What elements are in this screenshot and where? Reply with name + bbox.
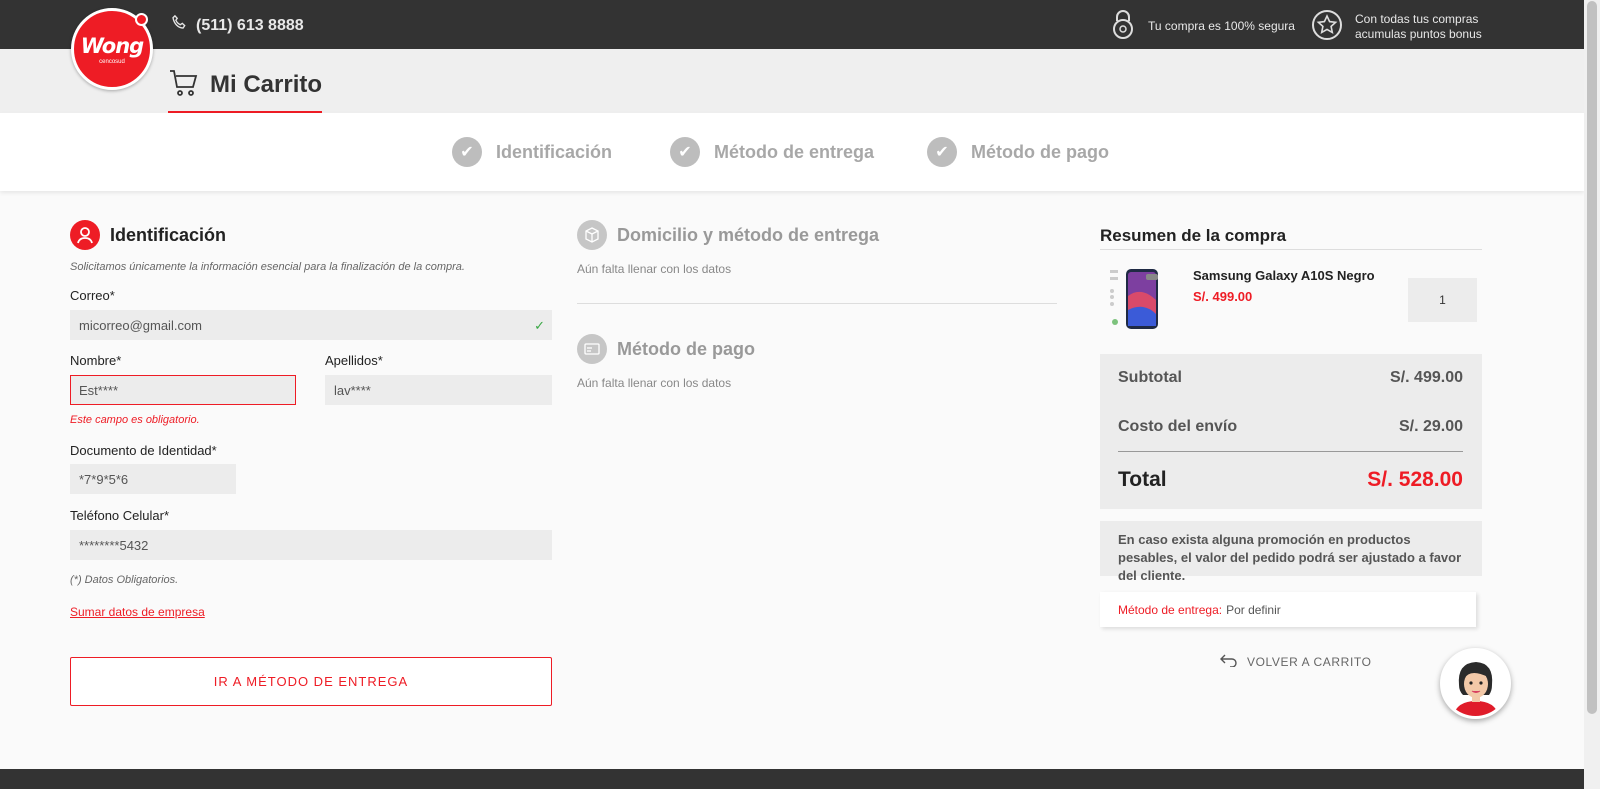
scrollbar[interactable] — [1584, 0, 1600, 789]
check-icon: ✔ — [927, 137, 957, 167]
document-value: *7*9*5*6 — [79, 471, 129, 487]
logo-dot — [135, 13, 148, 26]
product-image[interactable] — [1106, 266, 1166, 332]
summary-title: Resumen de la compra — [1100, 226, 1482, 250]
total-row: Total S/. 528.00 — [1118, 468, 1463, 492]
subtotal-value: S/. 499.00 — [1390, 369, 1463, 386]
return-arrow-icon — [1220, 653, 1238, 670]
total-label: Total — [1118, 468, 1167, 491]
step-identification[interactable]: ✔ Identificación — [452, 137, 612, 167]
phone-number: (511) 613 8888 — [196, 16, 304, 34]
delivery-title: Domicilio y método de entrega — [617, 224, 880, 245]
identification-title: Identificación — [110, 224, 227, 245]
name-field[interactable]: Est**** — [70, 375, 296, 405]
valid-check-icon: ✓ — [534, 318, 545, 333]
identification-heading: Identificación — [70, 220, 226, 250]
quantity-field[interactable]: 1 — [1408, 278, 1477, 322]
cart-icon — [168, 67, 200, 104]
user-icon — [70, 220, 100, 250]
lastname-label: Apellidos* — [325, 353, 383, 368]
payment-heading: Método de pago — [577, 334, 755, 364]
back-to-cart-button[interactable]: VOLVER A CARRITO — [1220, 653, 1372, 670]
phone-icon — [170, 14, 188, 37]
step-payment[interactable]: ✔ Método de pago — [927, 137, 1109, 167]
cart-header: Mi Carrito — [0, 49, 1584, 113]
total-value: S/. 528.00 — [1367, 468, 1463, 491]
email-label: Correo* — [70, 288, 115, 303]
name-label: Nombre* — [70, 353, 122, 368]
add-company-link[interactable]: Sumar datos de empresa — [70, 605, 205, 619]
bonus-points: Con todas tus compras acumulas puntos bo… — [1311, 9, 1482, 45]
name-value: Est**** — [79, 382, 119, 398]
identification-hint: Solicitamos únicamente la información es… — [70, 261, 465, 273]
subtotal-label: Subtotal — [1118, 369, 1182, 386]
card-icon — [577, 334, 607, 364]
points-line-2: acumulas puntos bonus — [1355, 27, 1482, 41]
delivery-method-value: Por definir — [1226, 602, 1281, 617]
subtotal-row: Subtotal S/. 499.00 — [1118, 369, 1463, 387]
logo-sub: cencosud — [99, 59, 125, 65]
lastname-value: lav**** — [334, 382, 371, 398]
footer-bar — [0, 769, 1584, 789]
totals-divider — [1118, 451, 1463, 452]
section-divider — [577, 303, 1057, 304]
shipping-row: Costo del envío S/. 29.00 — [1118, 418, 1463, 436]
document-label: Documento de Identidad* — [70, 443, 217, 458]
secure-purchase: Tu compra es 100% segura — [1110, 8, 1295, 43]
step-label: Método de pago — [971, 141, 1109, 162]
lastname-field[interactable]: lav**** — [325, 375, 552, 405]
document-field[interactable]: *7*9*5*6 — [70, 464, 236, 494]
payment-title: Método de pago — [617, 338, 755, 359]
step-label: Método de entrega — [714, 141, 875, 162]
star-icon — [1311, 9, 1343, 45]
top-bar: (511) 613 8888 Tu compra es 100% segura … — [0, 0, 1584, 49]
product-name: Samsung Galaxy A10S Negro — [1193, 268, 1375, 283]
delivery-method-box: Método de entrega: Por definir — [1100, 592, 1476, 627]
product-price: S/. 499.00 — [1193, 289, 1253, 304]
lock-icon — [1110, 8, 1136, 43]
email-value: micorreo@gmail.com — [79, 317, 202, 333]
totals-box: Subtotal S/. 499.00 Costo del envío S/. … — [1100, 354, 1482, 509]
phone-value: ********5432 — [79, 537, 149, 553]
phone-label: Teléfono Celular* — [70, 508, 170, 523]
step-delivery[interactable]: ✔ Método de entrega — [670, 137, 874, 167]
box-icon — [577, 220, 607, 250]
name-error: Este campo es obligatorio. — [70, 414, 200, 426]
step-label: Identificación — [496, 141, 613, 162]
go-to-delivery-button[interactable]: IR A MÉTODO DE ENTREGA — [70, 657, 552, 706]
email-field[interactable]: micorreo@gmail.com ✓ — [70, 310, 552, 340]
check-icon: ✔ — [670, 137, 700, 167]
scrollbar-thumb[interactable] — [1587, 1, 1597, 714]
back-to-cart-label: VOLVER A CARRITO — [1247, 654, 1372, 669]
wong-logo[interactable]: Wong cencosud — [71, 8, 153, 90]
check-icon: ✔ — [452, 137, 482, 167]
page-title: Mi Carrito — [168, 63, 323, 113]
phone-field[interactable]: ********5432 — [70, 530, 552, 560]
shipping-value: S/. 29.00 — [1398, 418, 1463, 435]
promo-note: En caso exista alguna promoción en produ… — [1100, 521, 1482, 583]
logo-brand: Wong — [80, 34, 144, 58]
page-title-text: Mi Carrito — [210, 71, 323, 98]
checkout-steps: ✔ Identificación ✔ Método de entrega ✔ M… — [0, 113, 1584, 191]
delivery-heading: Domicilio y método de entrega — [577, 220, 879, 250]
payment-sub: Aún falta llenar con los datos — [577, 376, 732, 390]
chat-assistant-avatar[interactable] — [1440, 648, 1511, 719]
points-line-1: Con todas tus compras — [1355, 12, 1479, 26]
phone-contact[interactable]: (511) 613 8888 — [170, 14, 304, 37]
delivery-method-label: Método de entrega: — [1118, 602, 1223, 617]
secure-text: Tu compra es 100% segura — [1148, 18, 1295, 33]
delivery-sub: Aún falta llenar con los datos — [577, 262, 732, 276]
required-note: (*) Datos Obligatorios. — [70, 574, 179, 586]
shipping-label: Costo del envío — [1118, 418, 1238, 435]
